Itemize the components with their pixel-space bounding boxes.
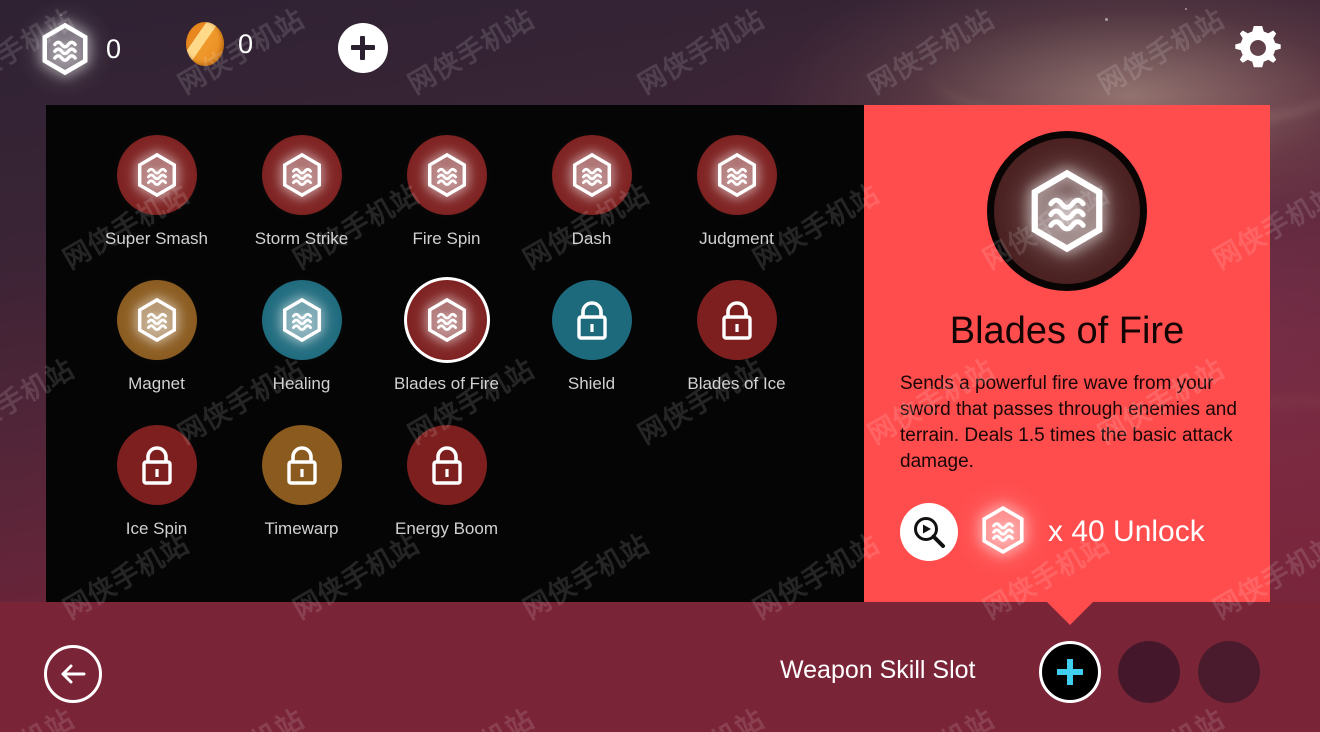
gem-currency[interactable]: 0 xyxy=(38,22,121,76)
skill-item[interactable]: Magnet xyxy=(84,280,229,425)
skill-item[interactable]: Blades of Ice xyxy=(664,280,809,425)
top-bar: 0 0 xyxy=(0,0,1320,100)
skill-item[interactable]: Storm Strike xyxy=(229,135,374,280)
hex-gem-icon xyxy=(427,297,466,343)
skill-label: Energy Boom xyxy=(395,519,498,538)
skill-label: Blades of Fire xyxy=(394,374,499,393)
coin-count: 0 xyxy=(238,28,254,59)
weapon-skill-slot-label: Weapon Skill Slot xyxy=(780,656,976,684)
skill-label: Healing xyxy=(272,374,331,393)
settings-button[interactable] xyxy=(1230,20,1286,76)
skill-icon-locked[interactable] xyxy=(116,425,197,505)
skill-item[interactable]: Shield xyxy=(519,280,664,425)
skill-icon[interactable] xyxy=(551,135,632,215)
lock-icon xyxy=(286,446,317,485)
hex-gem-icon xyxy=(137,297,176,343)
skill-icon[interactable] xyxy=(406,135,487,215)
arrow-left-icon xyxy=(61,664,86,684)
detail-skill-icon xyxy=(987,131,1147,291)
skill-item[interactable]: Blades of Fire xyxy=(374,280,519,425)
skill-detail-panel: Blades of Fire Sends a powerful fire wav… xyxy=(864,105,1270,602)
skill-label: Shield xyxy=(567,374,616,393)
detail-skill-title: Blades of Fire xyxy=(949,310,1185,352)
skill-label: Dash xyxy=(571,229,612,248)
skill-icon[interactable] xyxy=(116,280,197,360)
magnifier-play-icon xyxy=(914,517,945,548)
coin-icon xyxy=(186,22,224,66)
skill-label: Timewarp xyxy=(264,519,339,538)
lock-icon xyxy=(576,301,607,340)
watch-ad-button[interactable] xyxy=(900,503,958,561)
skill-item[interactable]: Fire Spin xyxy=(374,135,519,280)
unlock-label[interactable]: x 40 Unlock xyxy=(1048,515,1205,549)
skill-item[interactable]: Healing xyxy=(229,280,374,425)
skill-item[interactable]: Ice Spin xyxy=(84,425,229,570)
coin-currency[interactable]: 0 xyxy=(186,22,253,66)
hex-gem-icon xyxy=(282,297,321,343)
skill-grid-panel: Super Smash Storm Strike Fire Spin Dash … xyxy=(46,105,864,602)
unlock-cost-icon xyxy=(978,505,1028,559)
skill-icon[interactable] xyxy=(406,280,487,360)
lock-icon xyxy=(721,301,752,340)
plus-icon xyxy=(351,36,375,60)
skill-item[interactable]: Super Smash xyxy=(84,135,229,280)
skill-icon[interactable] xyxy=(261,135,342,215)
bottom-bar: Weapon Skill Slot xyxy=(0,602,1320,732)
hex-gem-icon xyxy=(427,152,466,198)
skill-grid: Super Smash Storm Strike Fire Spin Dash … xyxy=(56,135,856,570)
detail-skill-description: Sends a powerful fire wave from your swo… xyxy=(900,373,1237,472)
hex-gem-icon xyxy=(572,152,611,198)
skill-icon-locked[interactable] xyxy=(261,425,342,505)
plus-icon xyxy=(1057,659,1083,685)
skill-label: Blades of Ice xyxy=(687,374,786,393)
gem-count: 0 xyxy=(106,33,122,64)
skill-icon[interactable] xyxy=(116,135,197,215)
hex-gem-icon xyxy=(717,152,756,198)
unlock-row: x 40 Unlock xyxy=(900,503,1205,561)
skill-label: Magnet xyxy=(128,374,185,393)
weapon-skill-slot-3[interactable] xyxy=(1198,641,1260,703)
skill-item[interactable]: Energy Boom xyxy=(374,425,519,570)
skill-label: Fire Spin xyxy=(412,229,481,248)
skill-icon-locked[interactable] xyxy=(551,280,632,360)
add-currency-button[interactable] xyxy=(338,23,388,73)
skill-icon[interactable] xyxy=(261,280,342,360)
hex-gem-icon xyxy=(38,22,92,76)
hex-gem-icon xyxy=(282,152,321,198)
skill-item[interactable]: Timewarp xyxy=(229,425,374,570)
lock-icon xyxy=(431,446,462,485)
skill-label: Storm Strike xyxy=(254,229,349,248)
skill-icon[interactable] xyxy=(696,135,777,215)
skill-label: Super Smash xyxy=(105,229,208,248)
skill-label: Ice Spin xyxy=(125,519,188,538)
back-button[interactable] xyxy=(44,645,102,703)
skill-label: Judgment xyxy=(699,229,774,248)
weapon-skill-slot-1[interactable] xyxy=(1039,641,1101,703)
skill-item[interactable]: Dash xyxy=(519,135,664,280)
skill-icon-locked[interactable] xyxy=(696,280,777,360)
weapon-skill-slot-2[interactable] xyxy=(1118,641,1180,703)
hex-gem-icon xyxy=(137,152,176,198)
skill-item[interactable]: Judgment xyxy=(664,135,809,280)
gear-icon xyxy=(1235,26,1281,68)
skill-icon-locked[interactable] xyxy=(406,425,487,505)
lock-icon xyxy=(141,446,172,485)
